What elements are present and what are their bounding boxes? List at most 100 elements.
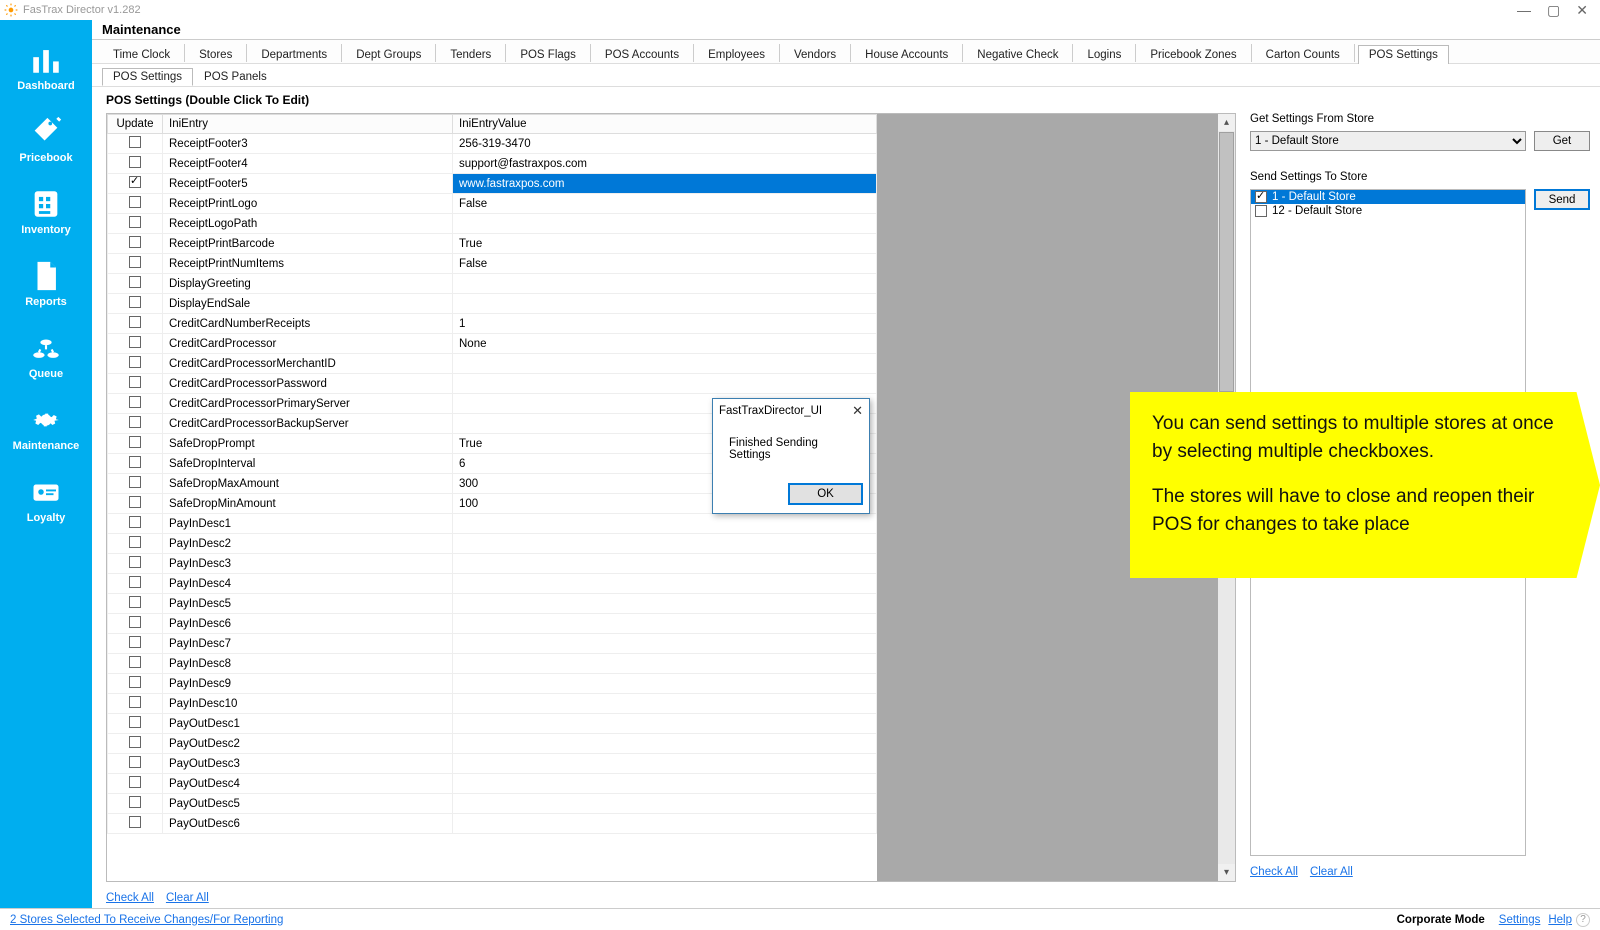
table-row[interactable]: PayInDesc6 — [108, 614, 877, 634]
left-check-all-link[interactable]: Check All — [106, 892, 154, 904]
update-checkbox[interactable] — [129, 656, 141, 668]
update-checkbox[interactable] — [129, 596, 141, 608]
sidebar-item-inventory[interactable]: Inventory — [0, 178, 92, 250]
subtab-pos-settings[interactable]: POS Settings — [102, 68, 193, 86]
tab-house-accounts[interactable]: House Accounts — [854, 45, 959, 64]
sidebar-item-loyalty[interactable]: Loyalty — [0, 466, 92, 538]
sidebar-item-pricebook[interactable]: Pricebook — [0, 106, 92, 178]
scroll-up-icon[interactable]: ▴ — [1218, 114, 1235, 131]
update-checkbox[interactable] — [129, 236, 141, 248]
table-row[interactable]: PayInDesc10 — [108, 694, 877, 714]
table-row[interactable]: DisplayGreeting — [108, 274, 877, 294]
update-checkbox[interactable] — [129, 436, 141, 448]
sidebar-item-reports[interactable]: Reports — [0, 250, 92, 322]
table-row[interactable]: CreditCardProcessorPassword — [108, 374, 877, 394]
update-checkbox[interactable] — [129, 396, 141, 408]
table-row[interactable]: CreditCardProcessorNone — [108, 334, 877, 354]
update-checkbox[interactable] — [129, 416, 141, 428]
tab-dept-groups[interactable]: Dept Groups — [345, 45, 432, 64]
table-row[interactable]: PayInDesc4 — [108, 574, 877, 594]
update-checkbox[interactable] — [129, 336, 141, 348]
table-row[interactable]: ReceiptFooter5www.fastraxpos.com — [108, 174, 877, 194]
table-row[interactable]: PayInDesc2 — [108, 534, 877, 554]
table-row[interactable]: PayInDesc9 — [108, 674, 877, 694]
update-checkbox[interactable] — [129, 776, 141, 788]
dialog-ok-button[interactable]: OK — [788, 483, 863, 505]
tab-stores[interactable]: Stores — [188, 45, 243, 64]
table-row[interactable]: ReceiptLogoPath — [108, 214, 877, 234]
update-checkbox[interactable] — [129, 476, 141, 488]
update-checkbox[interactable] — [129, 716, 141, 728]
tab-pricebook-zones[interactable]: Pricebook Zones — [1139, 45, 1247, 64]
table-row[interactable]: PayOutDesc4 — [108, 774, 877, 794]
table-row[interactable]: PayOutDesc3 — [108, 754, 877, 774]
table-row[interactable]: PayInDesc1 — [108, 514, 877, 534]
sidebar-item-queue[interactable]: Queue — [0, 322, 92, 394]
table-row[interactable]: ReceiptPrintNumItemsFalse — [108, 254, 877, 274]
tab-pos-accounts[interactable]: POS Accounts — [594, 45, 690, 64]
dialog-close-icon[interactable]: ✕ — [852, 403, 863, 419]
update-checkbox[interactable] — [129, 376, 141, 388]
left-clear-all-link[interactable]: Clear All — [166, 892, 209, 904]
update-checkbox[interactable] — [129, 256, 141, 268]
update-checkbox[interactable] — [129, 676, 141, 688]
table-row[interactable]: ReceiptPrintLogoFalse — [108, 194, 877, 214]
tab-pos-flags[interactable]: POS Flags — [509, 45, 587, 64]
update-checkbox[interactable] — [129, 196, 141, 208]
send-button[interactable]: Send — [1534, 189, 1590, 210]
status-settings-link[interactable]: Settings — [1499, 914, 1541, 926]
table-row[interactable]: DisplayEndSale — [108, 294, 877, 314]
update-checkbox[interactable] — [129, 456, 141, 468]
update-checkbox[interactable] — [129, 156, 141, 168]
status-stores-link[interactable]: 2 Stores Selected To Receive Changes/For… — [10, 914, 283, 926]
update-checkbox[interactable] — [129, 556, 141, 568]
get-store-select[interactable]: 1 - Default Store — [1250, 131, 1526, 151]
update-checkbox[interactable] — [129, 696, 141, 708]
table-row[interactable]: PayOutDesc6 — [108, 814, 877, 834]
right-check-all-link[interactable]: Check All — [1250, 866, 1298, 878]
table-row[interactable]: PayInDesc3 — [108, 554, 877, 574]
sidebar-item-maintenance[interactable]: Maintenance — [0, 394, 92, 466]
col-inientry[interactable]: IniEntry — [163, 115, 453, 134]
get-button[interactable]: Get — [1534, 131, 1590, 151]
right-clear-all-link[interactable]: Clear All — [1310, 866, 1353, 878]
update-checkbox[interactable] — [129, 816, 141, 828]
subtab-pos-panels[interactable]: POS Panels — [193, 68, 278, 86]
update-checkbox[interactable] — [129, 536, 141, 548]
help-icon[interactable]: ? — [1576, 913, 1590, 927]
update-checkbox[interactable] — [129, 496, 141, 508]
table-row[interactable]: PayOutDesc5 — [108, 794, 877, 814]
close-button[interactable]: ✕ — [1576, 2, 1588, 19]
store-list-item[interactable]: 12 - Default Store — [1251, 204, 1525, 218]
update-checkbox[interactable] — [129, 576, 141, 588]
scroll-thumb[interactable] — [1219, 132, 1234, 392]
table-row[interactable]: CreditCardNumberReceipts1 — [108, 314, 877, 334]
tab-vendors[interactable]: Vendors — [783, 45, 847, 64]
update-checkbox[interactable] — [129, 796, 141, 808]
sidebar-item-dashboard[interactable]: Dashboard — [0, 34, 92, 106]
table-row[interactable]: PayOutDesc1 — [108, 714, 877, 734]
table-row[interactable]: PayInDesc7 — [108, 634, 877, 654]
tab-negative-check[interactable]: Negative Check — [966, 45, 1069, 64]
tab-departments[interactable]: Departments — [250, 45, 338, 64]
update-checkbox[interactable] — [129, 356, 141, 368]
tab-tenders[interactable]: Tenders — [439, 45, 502, 64]
scroll-down-icon[interactable]: ▾ — [1218, 864, 1235, 881]
update-checkbox[interactable] — [129, 636, 141, 648]
status-help-link[interactable]: Help — [1548, 914, 1572, 926]
update-checkbox[interactable] — [129, 736, 141, 748]
store-checkbox[interactable] — [1255, 191, 1267, 203]
update-checkbox[interactable] — [129, 176, 141, 188]
minimize-button[interactable]: — — [1517, 2, 1531, 19]
table-row[interactable]: CreditCardProcessorMerchantID — [108, 354, 877, 374]
update-checkbox[interactable] — [129, 516, 141, 528]
table-row[interactable]: PayOutDesc2 — [108, 734, 877, 754]
tab-pos-settings[interactable]: POS Settings — [1358, 45, 1449, 64]
update-checkbox[interactable] — [129, 756, 141, 768]
update-checkbox[interactable] — [129, 616, 141, 628]
store-checkbox[interactable] — [1255, 205, 1267, 217]
table-row[interactable]: PayInDesc5 — [108, 594, 877, 614]
update-checkbox[interactable] — [129, 296, 141, 308]
update-checkbox[interactable] — [129, 136, 141, 148]
tab-employees[interactable]: Employees — [697, 45, 776, 64]
